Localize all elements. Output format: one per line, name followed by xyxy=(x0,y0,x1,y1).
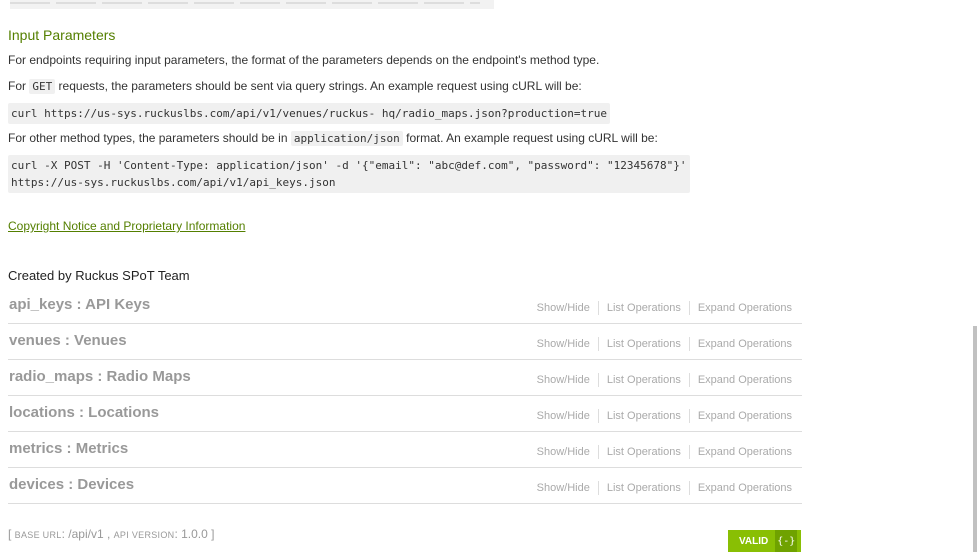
other-suffix: format. An example request using cURL wi… xyxy=(402,131,658,145)
created-by: Created by Ruckus SPoT Team xyxy=(8,268,190,283)
json-format-code: application/json xyxy=(290,131,403,146)
api-version-label: API version xyxy=(113,530,175,540)
api-version-value: : 1.0.0 ] xyxy=(174,527,215,541)
expand-operations-link[interactable]: Expand Operations xyxy=(690,338,792,350)
get-prefix: For xyxy=(8,79,30,93)
list-operations-link[interactable]: List Operations xyxy=(599,302,689,314)
other-prefix: For other method types, the parameters s… xyxy=(8,131,291,145)
list-operations-link[interactable]: List Operations xyxy=(599,410,689,422)
resource-locations: locations : Locations Show/Hide List Ope… xyxy=(8,396,802,432)
validator-badge[interactable]: VALID {-} xyxy=(728,530,801,552)
expand-operations-link[interactable]: Expand Operations xyxy=(690,302,792,314)
expand-operations-link[interactable]: Expand Operations xyxy=(690,446,792,458)
resource-venues: venues : Venues Show/Hide List Operation… xyxy=(8,324,802,360)
resource-api-keys: api_keys : API Keys Show/Hide List Opera… xyxy=(8,288,802,324)
resource-devices: devices : Devices Show/Hide List Operati… xyxy=(8,468,802,504)
copyright-link[interactable]: Copyright Notice and Proprietary Informa… xyxy=(8,219,245,233)
show-hide-link[interactable]: Show/Hide xyxy=(529,482,598,494)
show-hide-link[interactable]: Show/Hide xyxy=(529,302,598,314)
get-example-code: curl https://us-sys.ruckuslbs.com/api/v1… xyxy=(8,103,611,124)
other-methods-instructions: For other method types, the parameters s… xyxy=(8,131,658,146)
post-example-code: curl -X POST -H 'Content-Type: applicati… xyxy=(8,155,690,193)
bracket-open: [ xyxy=(8,527,15,541)
resource-operations: Show/Hide List Operations Expand Operati… xyxy=(529,301,792,315)
vertical-scrollbar-thumb[interactable] xyxy=(973,326,977,552)
resource-list: api_keys : API Keys Show/Hide List Opera… xyxy=(8,288,802,504)
show-hide-link[interactable]: Show/Hide xyxy=(529,446,598,458)
expand-operations-link[interactable]: Expand Operations xyxy=(690,482,792,494)
list-operations-link[interactable]: List Operations xyxy=(599,374,689,386)
show-hide-link[interactable]: Show/Hide xyxy=(529,410,598,422)
expand-operations-link[interactable]: Expand Operations xyxy=(690,410,792,422)
clipped-text-line xyxy=(10,0,494,9)
resource-radio-maps: radio_maps : Radio Maps Show/Hide List O… xyxy=(8,360,802,396)
resource-name-link[interactable]: radio_maps : Radio Maps xyxy=(9,368,191,385)
resource-metrics: metrics : Metrics Show/Hide List Operati… xyxy=(8,432,802,468)
resource-name-link[interactable]: metrics : Metrics xyxy=(9,440,128,457)
get-method-code: GET xyxy=(29,79,56,94)
expand-operations-link[interactable]: Expand Operations xyxy=(690,374,792,386)
base-url-label: Base URL xyxy=(14,530,62,540)
resource-name-link[interactable]: api_keys : API Keys xyxy=(9,296,150,313)
list-operations-link[interactable]: List Operations xyxy=(599,338,689,350)
show-hide-link[interactable]: Show/Hide xyxy=(529,374,598,386)
validator-label: VALID xyxy=(739,535,769,547)
intro-text: For endpoints requiring input parameters… xyxy=(8,53,600,67)
list-operations-link[interactable]: List Operations xyxy=(599,446,689,458)
get-instructions: For GET requests, the parameters should … xyxy=(8,79,582,94)
get-suffix: requests, the parameters should be sent … xyxy=(55,79,582,93)
api-info-footer: [ Base URL: /api/v1 , API version: 1.0.0… xyxy=(8,527,214,541)
resource-name-link[interactable]: devices : Devices xyxy=(9,476,134,493)
resource-name-link[interactable]: locations : Locations xyxy=(9,404,159,421)
resource-operations: Show/Hide List Operations Expand Operati… xyxy=(529,409,792,423)
section-heading: Input Parameters xyxy=(8,27,116,43)
resource-operations: Show/Hide List Operations Expand Operati… xyxy=(529,337,792,351)
list-operations-link[interactable]: List Operations xyxy=(599,482,689,494)
base-url-value: : /api/v1 , xyxy=(61,527,114,541)
show-hide-link[interactable]: Show/Hide xyxy=(529,338,598,350)
resource-operations: Show/Hide List Operations Expand Operati… xyxy=(529,481,792,495)
resource-operations: Show/Hide List Operations Expand Operati… xyxy=(529,445,792,459)
json-braces-icon: {-} xyxy=(775,530,798,552)
resource-name-link[interactable]: venues : Venues xyxy=(9,332,127,349)
resource-operations: Show/Hide List Operations Expand Operati… xyxy=(529,373,792,387)
